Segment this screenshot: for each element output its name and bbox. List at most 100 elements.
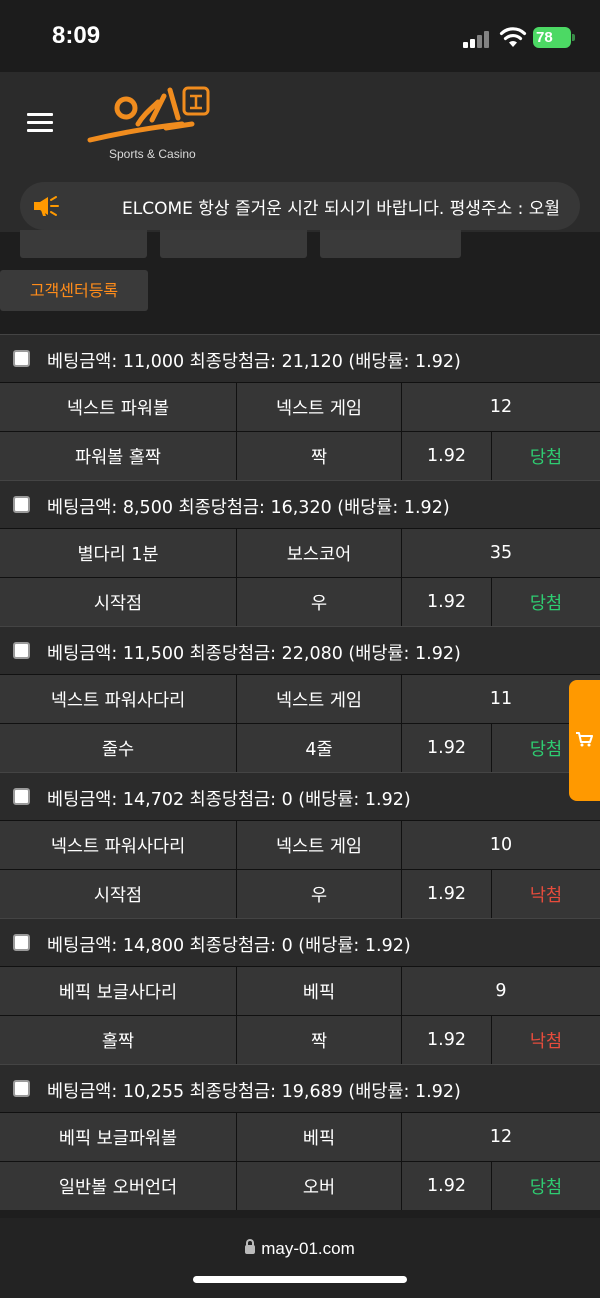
- bet-round: 10: [402, 821, 600, 869]
- bet-odds: 1.92: [402, 1162, 492, 1210]
- bet-item: 베팅금액: 11,500 최종당첨금: 22,080 (배당률: 1.92) 넥스…: [0, 626, 600, 772]
- browser-address-bar[interactable]: may-01.com: [0, 1218, 600, 1298]
- lock-icon: [245, 1239, 256, 1254]
- bet-result-badge: 당첨: [492, 1162, 600, 1210]
- bet-odds: 1.92: [402, 432, 492, 480]
- bet-game-type: 넥스트 게임: [237, 675, 402, 723]
- bet-result-badge: 낙첨: [492, 870, 600, 918]
- bet-checkbox[interactable]: [13, 642, 30, 659]
- bet-history-list: 베팅금액: 11,000 최종당첨금: 21,120 (배당률: 1.92) 넥스…: [0, 334, 600, 1210]
- obscured-button-1[interactable]: [20, 230, 147, 258]
- bet-item: 베팅금액: 8,500 최종당첨금: 16,320 (배당률: 1.92) 별다리…: [0, 480, 600, 626]
- bet-row-pick: 줄수 4줄 1.92 당첨: [0, 723, 600, 772]
- bet-row-game: 베픽 보글파워볼 베픽 12: [0, 1112, 600, 1161]
- bet-game-type: 넥스트 게임: [237, 821, 402, 869]
- bet-pick: 오버: [237, 1162, 402, 1210]
- bet-game-name: 베픽 보글파워볼: [0, 1113, 237, 1161]
- bet-row-pick: 시작점 우 1.92 낙첨: [0, 869, 600, 918]
- bet-summary: 베팅금액: 11,000 최종당첨금: 21,120 (배당률: 1.92): [47, 352, 461, 372]
- bet-game-name: 별다리 1분: [0, 529, 237, 577]
- bet-odds: 1.92: [402, 870, 492, 918]
- bet-game-type: 보스코어: [237, 529, 402, 577]
- bet-row-pick: 일반볼 오버언더 오버 1.92 당첨: [0, 1161, 600, 1210]
- bet-checkbox[interactable]: [13, 496, 30, 513]
- battery-indicator: 78: [533, 27, 571, 48]
- bet-header[interactable]: 베팅금액: 14,800 최종당첨금: 0 (배당률: 1.92): [0, 918, 600, 966]
- bet-header[interactable]: 베팅금액: 8,500 최종당첨금: 16,320 (배당률: 1.92): [0, 480, 600, 528]
- battery-tip: [572, 34, 575, 41]
- bet-summary: 베팅금액: 14,800 최종당첨금: 0 (배당률: 1.92): [47, 936, 411, 956]
- signal-icon: [463, 30, 493, 48]
- bet-game-name: 넥스트 파워사다리: [0, 821, 237, 869]
- bet-item: 베팅금액: 10,255 최종당첨금: 19,689 (배당률: 1.92) 베픽…: [0, 1064, 600, 1210]
- bet-game-type: 베픽: [237, 967, 402, 1015]
- bet-item: 베팅금액: 14,800 최종당첨금: 0 (배당률: 1.92) 베픽 보글사다…: [0, 918, 600, 1064]
- bet-checkbox[interactable]: [13, 1080, 30, 1097]
- bet-row-game: 넥스트 파워사다리 넥스트 게임 11: [0, 674, 600, 723]
- megaphone-icon: [34, 196, 59, 216]
- bet-row-game: 넥스트 파워볼 넥스트 게임 12: [0, 382, 600, 431]
- obscured-button-2[interactable]: [160, 230, 307, 258]
- bet-pick: 짝: [237, 432, 402, 480]
- status-bar: 8:09 78: [0, 0, 600, 72]
- bet-game-name: 넥스트 파워사다리: [0, 675, 237, 723]
- bet-row-game: 별다리 1분 보스코어 35: [0, 528, 600, 577]
- bet-row-pick: 홀짝 짝 1.92 낙첨: [0, 1015, 600, 1064]
- cart-icon: [576, 732, 593, 747]
- bet-checkbox[interactable]: [13, 350, 30, 367]
- bet-item: 베팅금액: 14,702 최종당첨금: 0 (배당률: 1.92) 넥스트 파워사…: [0, 772, 600, 918]
- bet-summary: 베팅금액: 11,500 최종당첨금: 22,080 (배당률: 1.92): [47, 644, 461, 664]
- notice-marquee: ELCOME 항상 즐거운 시간 되시기 바랍니다. 평생주소 : 오월: [20, 182, 580, 230]
- bet-game-type: 베픽: [237, 1113, 402, 1161]
- home-indicator[interactable]: [193, 1276, 407, 1283]
- logo-subtitle: Sports & Casino: [109, 147, 196, 161]
- bet-game-name: 베픽 보글사다리: [0, 967, 237, 1015]
- bet-summary: 베팅금액: 14,702 최종당첨금: 0 (배당률: 1.92): [47, 790, 411, 810]
- bet-header[interactable]: 베팅금액: 10,255 최종당첨금: 19,689 (배당률: 1.92): [0, 1064, 600, 1112]
- bet-round: 12: [402, 1113, 600, 1161]
- address-url[interactable]: may-01.com: [0, 1239, 600, 1259]
- bet-checkbox[interactable]: [13, 788, 30, 805]
- bet-item: 베팅금액: 11,000 최종당첨금: 21,120 (배당률: 1.92) 넥스…: [0, 334, 600, 480]
- hamburger-icon[interactable]: [27, 113, 53, 133]
- bet-round: 12: [402, 383, 600, 431]
- obscured-button-3[interactable]: [320, 230, 461, 258]
- bet-pick: 짝: [237, 1016, 402, 1064]
- bet-row-pick: 시작점 우 1.92 당첨: [0, 577, 600, 626]
- bet-odds: 1.92: [402, 724, 492, 772]
- bet-row-game: 넥스트 파워사다리 넥스트 게임 10: [0, 820, 600, 869]
- bet-game-name: 넥스트 파워볼: [0, 383, 237, 431]
- battery-level: 78: [536, 29, 553, 46]
- bet-header[interactable]: 베팅금액: 11,500 최종당첨금: 22,080 (배당률: 1.92): [0, 626, 600, 674]
- bet-market: 시작점: [0, 870, 237, 918]
- bet-round: 35: [402, 529, 600, 577]
- bet-row-pick: 파워볼 홀짝 짝 1.92 당첨: [0, 431, 600, 480]
- bet-market: 파워볼 홀짝: [0, 432, 237, 480]
- bet-market: 줄수: [0, 724, 237, 772]
- bet-summary: 베팅금액: 8,500 최종당첨금: 16,320 (배당률: 1.92): [47, 498, 450, 518]
- bet-market: 시작점: [0, 578, 237, 626]
- bet-result-badge: 당첨: [492, 578, 600, 626]
- bet-result-badge: 낙첨: [492, 1016, 600, 1064]
- bet-market: 홀짝: [0, 1016, 237, 1064]
- bet-pick: 4줄: [237, 724, 402, 772]
- bet-result-badge: 당첨: [492, 432, 600, 480]
- bet-pick: 우: [237, 578, 402, 626]
- bet-market: 일반볼 오버언더: [0, 1162, 237, 1210]
- bet-odds: 1.92: [402, 578, 492, 626]
- bet-summary: 베팅금액: 10,255 최종당첨금: 19,689 (배당률: 1.92): [47, 1082, 461, 1102]
- bet-round: 9: [402, 967, 600, 1015]
- notice-text: ELCOME 항상 즐거운 시간 되시기 바랍니다. 평생주소 : 오월: [122, 199, 561, 219]
- url-text: may-01.com: [261, 1239, 355, 1258]
- bet-pick: 우: [237, 870, 402, 918]
- cart-tab[interactable]: [569, 680, 600, 801]
- bet-checkbox[interactable]: [13, 934, 30, 951]
- status-time: 8:09: [52, 22, 101, 49]
- bet-header[interactable]: 베팅금액: 11,000 최종당첨금: 21,120 (배당률: 1.92): [0, 334, 600, 382]
- wifi-icon: [499, 27, 527, 47]
- bet-odds: 1.92: [402, 1016, 492, 1064]
- customer-center-button[interactable]: 고객센터등록: [0, 270, 148, 311]
- bet-header[interactable]: 베팅금액: 14,702 최종당첨금: 0 (배당률: 1.92): [0, 772, 600, 820]
- bet-row-game: 베픽 보글사다리 베픽 9: [0, 966, 600, 1015]
- bet-game-type: 넥스트 게임: [237, 383, 402, 431]
